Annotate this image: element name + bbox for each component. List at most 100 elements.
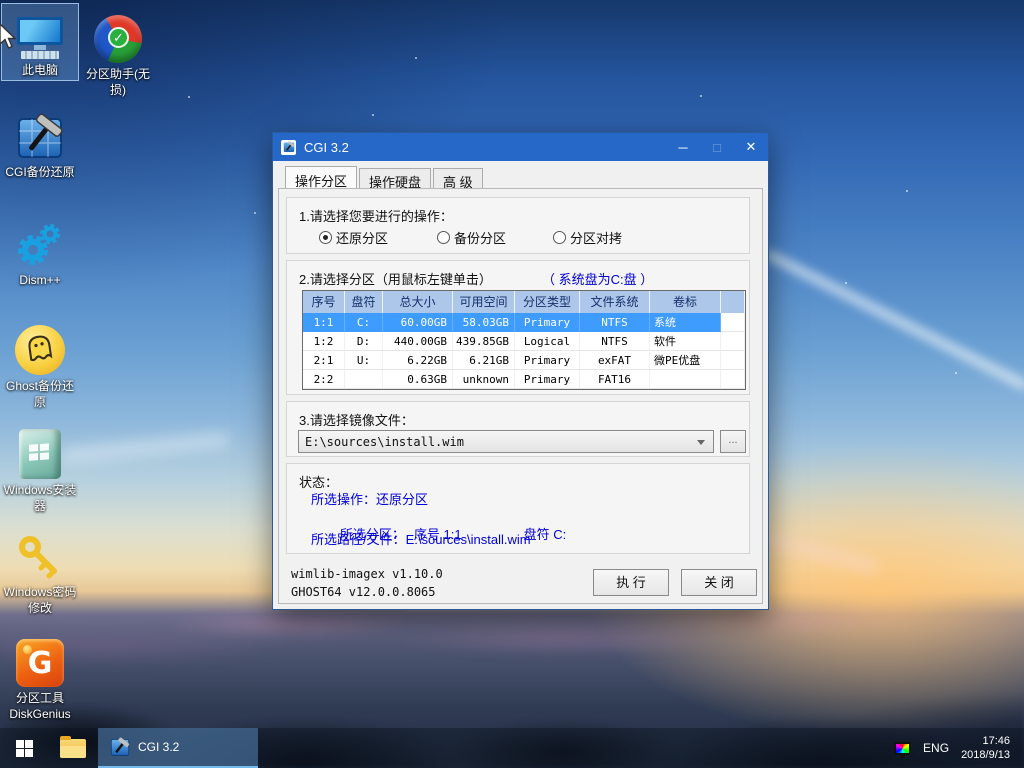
image-file-path: E:\sources\install.wim — [299, 435, 697, 449]
star — [372, 114, 374, 116]
step2-groupbox: 2.请选择分区（用鼠标左键单击） （ 系统盘为C:盘 ） 序号 盘符 总大小 可… — [286, 260, 750, 395]
execute-button[interactable]: 执 行 — [593, 569, 669, 596]
image-file-combobox[interactable]: E:\sources\install.wim — [298, 430, 714, 453]
chevron-down-icon — [697, 440, 705, 449]
cgi-app-icon — [110, 737, 130, 757]
desktop-icon-diskgenius[interactable]: G 分区工具 DiskGenius — [1, 632, 79, 724]
table-row-cell[interactable] — [721, 313, 745, 332]
table-row-cell[interactable]: 6.22GB — [383, 351, 453, 370]
table-row-cell[interactable] — [721, 332, 745, 351]
desktop-icon-label: Dism++ — [2, 272, 78, 288]
taskbar-file-explorer[interactable] — [48, 728, 98, 768]
table-row-cell[interactable]: D: — [345, 332, 383, 351]
table-row-cell[interactable]: 2:1 — [303, 351, 345, 370]
windows-installer-icon — [19, 429, 61, 479]
window-title: CGI 3.2 — [304, 140, 349, 155]
tab-operate-partition[interactable]: 操作分区 — [285, 166, 357, 188]
maximize-button[interactable]: □ — [700, 133, 734, 161]
desktop-icon-windows-password[interactable]: Windows密码修改 — [1, 526, 79, 618]
desktop-icon-label: Ghost备份还原 — [2, 378, 78, 410]
star — [415, 57, 417, 59]
taskbar-app-cgi[interactable]: CGI 3.2 — [98, 728, 258, 768]
table-row-cell[interactable]: NTFS — [580, 332, 650, 351]
title-bar[interactable]: CGI 3.2 ─ □ ✕ — [273, 133, 768, 161]
table-row-cell[interactable]: 1:1 — [303, 313, 345, 332]
desktop: 此电脑 ✓ 分区助手(无损) CGI备份还原 — [0, 0, 1024, 768]
clock-time: 17:46 — [961, 734, 1010, 748]
windows-logo-icon — [16, 740, 33, 757]
col-header: 可用空间 — [453, 291, 515, 313]
star — [188, 96, 190, 98]
table-row-cell[interactable]: exFAT — [580, 351, 650, 370]
table-row-cell[interactable] — [721, 351, 745, 370]
minimize-button[interactable]: ─ — [666, 133, 700, 161]
table-row-cell[interactable]: 439.85GB — [453, 332, 515, 351]
table-row-cell[interactable] — [345, 370, 383, 389]
step1-label: 1.请选择您要进行的操作： — [299, 206, 453, 225]
desktop-icon-cgi-backup[interactable]: CGI备份还原 — [1, 106, 79, 182]
table-row-cell[interactable]: C: — [345, 313, 383, 332]
clock[interactable]: 17:46 2018/9/13 — [961, 734, 1010, 763]
system-tray: ENG 17:46 2018/9/13 — [894, 728, 1024, 768]
start-button[interactable] — [0, 728, 48, 768]
tab-advanced[interactable]: 高 级 — [433, 168, 483, 188]
table-row-cell[interactable]: Logical — [515, 332, 580, 351]
radio-backup-partition[interactable]: 备份分区 — [437, 228, 506, 247]
col-header: 盘符 — [345, 291, 383, 313]
tab-operate-disk[interactable]: 操作硬盘 — [359, 168, 431, 188]
ghost-icon — [15, 325, 65, 375]
star — [906, 190, 908, 192]
radio-partition-copy[interactable]: 分区对拷 — [553, 228, 622, 247]
table-row-cell[interactable] — [650, 370, 721, 389]
table-row-cell[interactable]: 2:2 — [303, 370, 345, 389]
star — [700, 95, 702, 97]
this-pc-icon — [15, 17, 65, 59]
partition-assistant-icon: ✓ — [94, 15, 142, 63]
table-row-cell[interactable]: Primary — [515, 313, 580, 332]
radio-label: 备份分区 — [454, 228, 506, 247]
col-header: 总大小 — [383, 291, 453, 313]
key-icon — [16, 533, 64, 581]
close-dialog-button[interactable]: 关 闭 — [681, 569, 757, 596]
table-row-cell[interactable]: unknown — [453, 370, 515, 389]
status-groupbox: 状态： 所选操作：还原分区 所选分区：序号 1:1盘符 C: 所选路径/文件：E… — [286, 463, 750, 554]
table-row-cell[interactable]: 60.00GB — [383, 313, 453, 332]
step1-groupbox: 1.请选择您要进行的操作： 还原分区 备份分区 分区对拷 — [286, 197, 750, 254]
browse-button[interactable]: ... — [720, 430, 746, 453]
table-row-cell[interactable]: 58.03GB — [453, 313, 515, 332]
cloud-wisp — [60, 431, 231, 465]
table-row-cell[interactable]: U: — [345, 351, 383, 370]
desktop-icon-label: Windows安装器 — [2, 482, 78, 514]
table-row-cell[interactable]: 0.63GB — [383, 370, 453, 389]
desktop-icon-dism[interactable]: Dism++ — [1, 214, 79, 290]
table-row-cell[interactable] — [721, 370, 745, 389]
table-row-cell[interactable]: 1:2 — [303, 332, 345, 351]
star — [845, 282, 847, 284]
diskgenius-icon: G — [16, 639, 64, 687]
table-row-cell[interactable]: FAT16 — [580, 370, 650, 389]
close-button[interactable]: ✕ — [734, 133, 768, 161]
radio-dot — [319, 231, 332, 244]
table-row-cell[interactable]: 6.21GB — [453, 351, 515, 370]
mouse-cursor — [0, 22, 20, 52]
radio-restore-partition[interactable]: 还原分区 — [319, 228, 388, 247]
partition-table: 序号 盘符 总大小 可用空间 分区类型 文件系统 卷标 1:1 C: 60.00… — [302, 290, 746, 390]
desktop-icon-label: 分区工具 DiskGenius — [2, 690, 78, 722]
desktop-icon-partition-assistant[interactable]: ✓ 分区助手(无损) — [79, 8, 157, 100]
cgi-window: CGI 3.2 ─ □ ✕ 操作分区 操作硬盘 高 级 1.请选择您要进行的操作… — [272, 132, 769, 610]
table-row-cell[interactable]: 440.00GB — [383, 332, 453, 351]
table-row-cell[interactable]: 软件 — [650, 332, 721, 351]
radio-dot — [437, 231, 450, 244]
desktop-icon-ghost-backup[interactable]: Ghost备份还原 — [1, 320, 79, 412]
cloud-wisp — [760, 531, 880, 576]
table-row-cell[interactable]: Primary — [515, 370, 580, 389]
col-header — [721, 291, 745, 313]
col-header: 序号 — [303, 291, 345, 313]
table-row-cell[interactable]: NTFS — [580, 313, 650, 332]
table-row-cell[interactable]: Primary — [515, 351, 580, 370]
table-row-cell[interactable]: 系统 — [650, 313, 721, 332]
display-color-tray-icon[interactable] — [894, 742, 911, 755]
table-row-cell[interactable]: 微PE优盘 — [650, 351, 721, 370]
desktop-icon-windows-installer[interactable]: Windows安装器 — [1, 424, 79, 516]
language-indicator[interactable]: ENG — [923, 741, 949, 755]
